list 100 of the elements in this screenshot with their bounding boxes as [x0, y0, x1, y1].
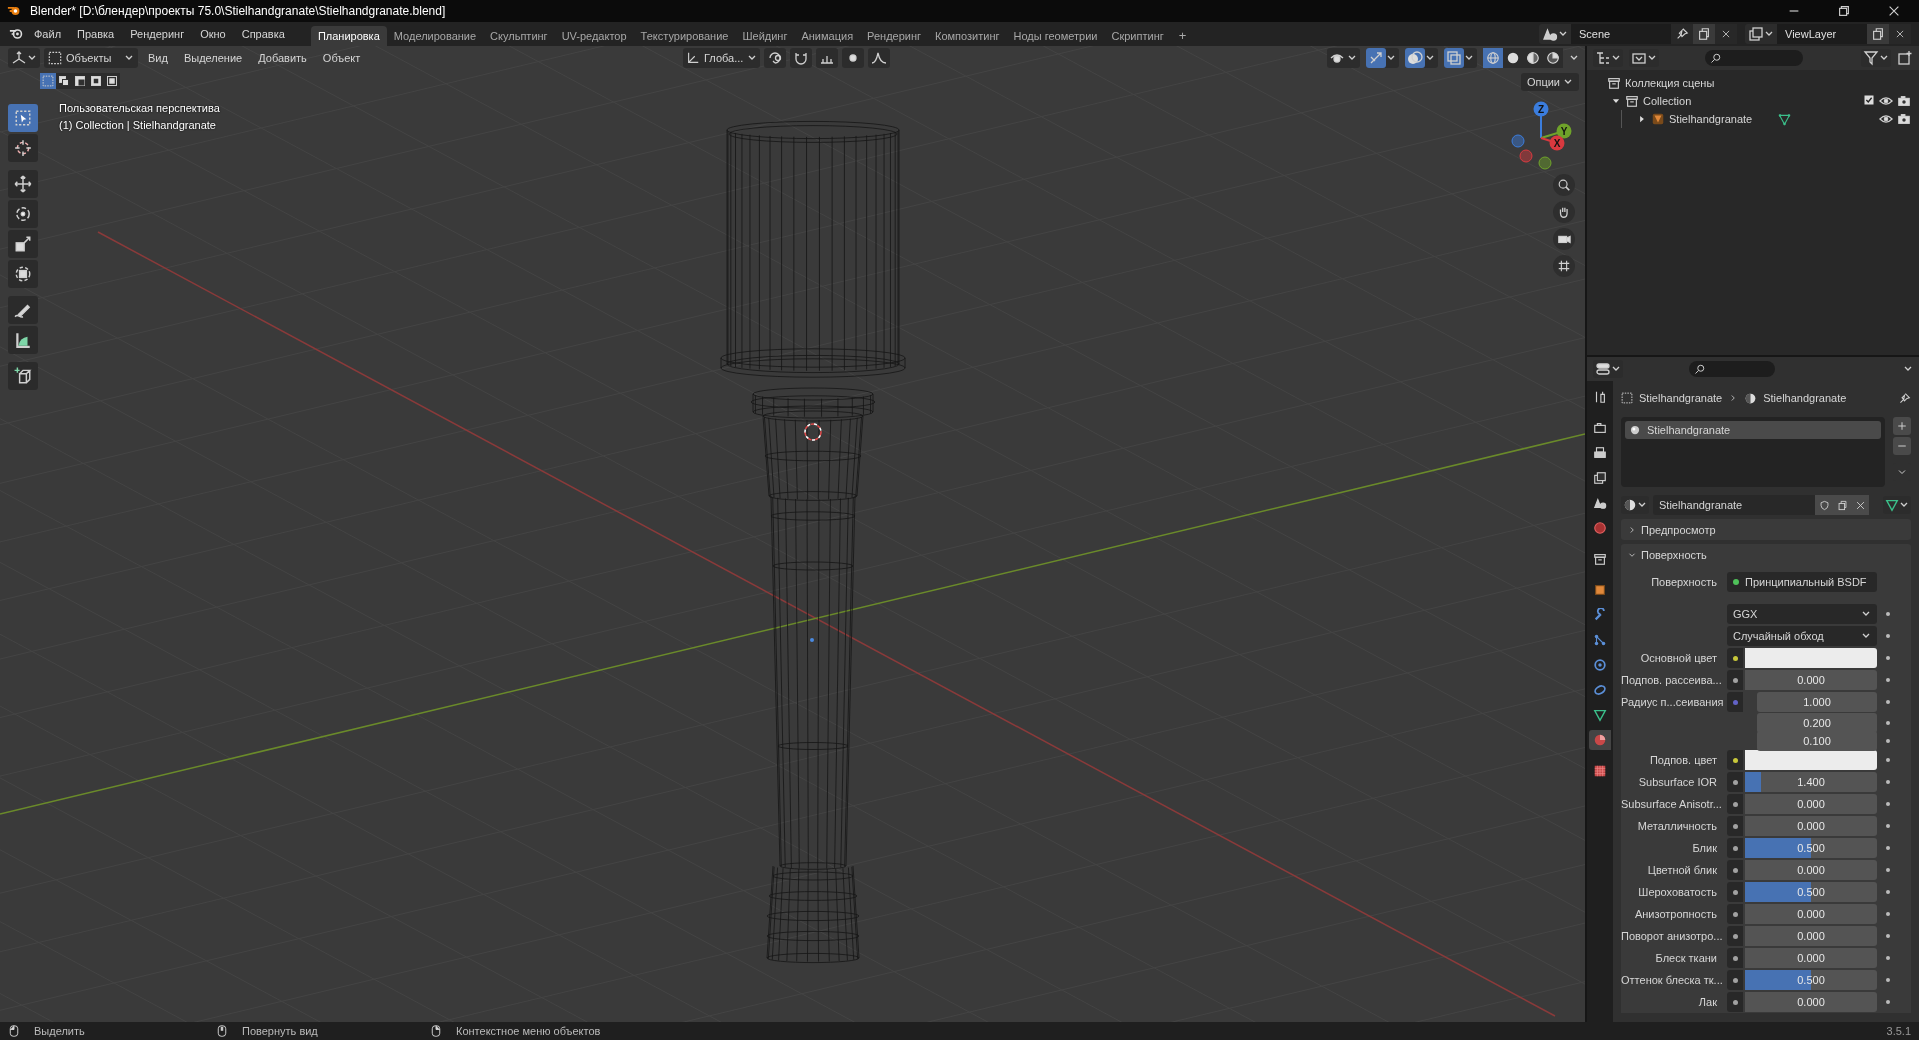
object-name[interactable]: Stielhandgranate	[1669, 113, 1753, 125]
mesh-data-icon[interactable]	[1778, 112, 1792, 126]
tool-button[interactable]	[8, 260, 38, 288]
socket-button[interactable]	[1727, 648, 1743, 668]
scene-field[interactable]: Scene	[1571, 24, 1671, 44]
workspace-tab[interactable]: Текстурирование	[633, 26, 736, 46]
slider-field[interactable]: 0.000	[1745, 794, 1877, 814]
checkbox-icon[interactable]	[1863, 94, 1875, 106]
color-swatch[interactable]	[1745, 750, 1877, 770]
slider-field[interactable]: 0.000	[1745, 860, 1877, 880]
workspace-tab[interactable]: Скриптинг	[1104, 26, 1171, 46]
shader-selector[interactable]: Принципиальный BSDF	[1727, 572, 1877, 592]
display-filter-icon[interactable]	[1631, 50, 1647, 66]
panel-header[interactable]: Предпросмотр	[1621, 519, 1911, 540]
shading-button[interactable]	[1503, 48, 1523, 68]
socket-button[interactable]	[1727, 750, 1743, 770]
workspace-tab[interactable]: UV-редактор	[554, 26, 634, 46]
falloff-curve-icon[interactable]	[871, 50, 888, 66]
socket-button[interactable]	[1727, 948, 1743, 968]
keyframe-dot[interactable]	[1886, 956, 1890, 960]
close-icon[interactable]	[1895, 29, 1905, 39]
workspace-tab[interactable]: Моделирование	[386, 26, 484, 46]
toggle-button[interactable]	[1366, 48, 1386, 68]
magnet-icon[interactable]	[793, 50, 810, 66]
color-swatch[interactable]	[1745, 648, 1877, 668]
menu-item[interactable]: Рендеринг	[122, 22, 193, 46]
socket-button[interactable]	[1727, 904, 1743, 924]
maximize-icon[interactable]	[1837, 4, 1851, 18]
keyframe-dot[interactable]	[1886, 678, 1890, 682]
socket-button[interactable]	[1727, 970, 1743, 990]
workspace-tab[interactable]: Шейдинг	[735, 26, 795, 46]
keyframe-dot[interactable]	[1886, 634, 1890, 638]
menu-item[interactable]: Файл	[26, 22, 70, 46]
material-slot[interactable]: Stielhandgranate	[1625, 421, 1881, 439]
socket-button[interactable]	[1727, 838, 1743, 858]
view-layer-field[interactable]: ViewLayer	[1777, 24, 1867, 44]
keyframe-dot[interactable]	[1886, 1000, 1890, 1004]
camera-icon[interactable]	[1897, 112, 1911, 126]
pin-icon[interactable]	[1898, 391, 1911, 405]
breadcrumb-item[interactable]: Stielhandgranate	[1639, 392, 1723, 404]
camera-icon[interactable]	[1897, 94, 1911, 108]
number-field[interactable]: 0.100	[1757, 731, 1877, 751]
slider-field[interactable]: 0.000	[1745, 948, 1877, 968]
socket-button[interactable]	[1727, 882, 1743, 902]
navigation-button[interactable]	[1553, 174, 1575, 196]
dropdown[interactable]: GGX	[1727, 604, 1877, 624]
menu-item[interactable]: Добавить	[252, 48, 313, 68]
tool-button[interactable]	[8, 326, 38, 354]
navigation-button[interactable]	[1553, 228, 1575, 250]
slider-field[interactable]: 0.000	[1745, 816, 1877, 836]
slider-field[interactable]: 0.000	[1745, 670, 1877, 690]
keyframe-dot[interactable]	[1886, 700, 1890, 704]
socket-button[interactable]	[1727, 794, 1743, 814]
box-icon[interactable]	[1607, 76, 1621, 90]
keyframe-dot[interactable]	[1886, 739, 1890, 743]
tool-button[interactable]	[8, 200, 38, 228]
workspace-tab[interactable]: Планировка	[310, 26, 387, 46]
collection-name[interactable]: Коллекция сцены	[1625, 77, 1715, 89]
keyframe-dot[interactable]	[1886, 934, 1890, 938]
scene-icon[interactable]	[1542, 26, 1558, 42]
panel-header[interactable]: Поверхность	[1621, 544, 1911, 565]
menu-item[interactable]: Справка	[233, 22, 293, 46]
dropdown[interactable]: Случайный обход	[1727, 626, 1877, 646]
tree-list-icon[interactable]	[1595, 50, 1611, 66]
tool-button[interactable]	[8, 170, 38, 198]
copy-icon[interactable]	[1871, 27, 1885, 41]
fake-user-button[interactable]	[1815, 495, 1833, 515]
workspace-tab[interactable]: Ноды геометрии	[1006, 26, 1105, 46]
shading-button[interactable]	[1543, 48, 1563, 68]
keyframe-dot[interactable]	[1886, 978, 1890, 982]
options-dropdown[interactable]: Опции	[1520, 73, 1579, 91]
socket-button[interactable]	[1727, 926, 1743, 946]
menu-item[interactable]: Выделение	[177, 48, 249, 68]
sphere-icon[interactable]	[1623, 498, 1637, 512]
tool-button[interactable]	[8, 230, 38, 258]
unlink-button[interactable]	[1851, 495, 1869, 515]
socket-button[interactable]	[1727, 670, 1743, 690]
close-icon[interactable]	[1887, 4, 1901, 18]
menu-item[interactable]: Вид	[142, 48, 174, 68]
number-field[interactable]: 1.000	[1757, 692, 1877, 712]
navigation-gizmo[interactable]: Z Y X	[1511, 101, 1572, 170]
close-icon[interactable]	[1721, 29, 1731, 39]
tool-button[interactable]	[8, 296, 38, 324]
add-workspace-button[interactable]: +	[1170, 26, 1195, 46]
filter-icon[interactable]	[1863, 50, 1879, 66]
keyframe-dot[interactable]	[1886, 721, 1890, 725]
search-field[interactable]	[1689, 361, 1775, 377]
select-mode-button[interactable]	[72, 73, 88, 89]
slider-field[interactable]: 0.500	[1745, 970, 1877, 990]
eye-icon[interactable]	[1879, 112, 1893, 126]
pin-icon[interactable]	[1675, 27, 1689, 41]
tool-button[interactable]	[8, 362, 38, 390]
socket-button[interactable]	[1727, 992, 1743, 1012]
collection-name[interactable]: Collection	[1643, 95, 1692, 107]
slider-field[interactable]: 0.500	[1745, 838, 1877, 858]
add-button[interactable]	[1893, 417, 1911, 435]
search-field[interactable]	[1705, 50, 1803, 66]
material-name-field[interactable]: Stielhandgranate	[1653, 495, 1815, 515]
toggle-button[interactable]	[1444, 48, 1464, 68]
axes-icon[interactable]	[11, 50, 27, 66]
